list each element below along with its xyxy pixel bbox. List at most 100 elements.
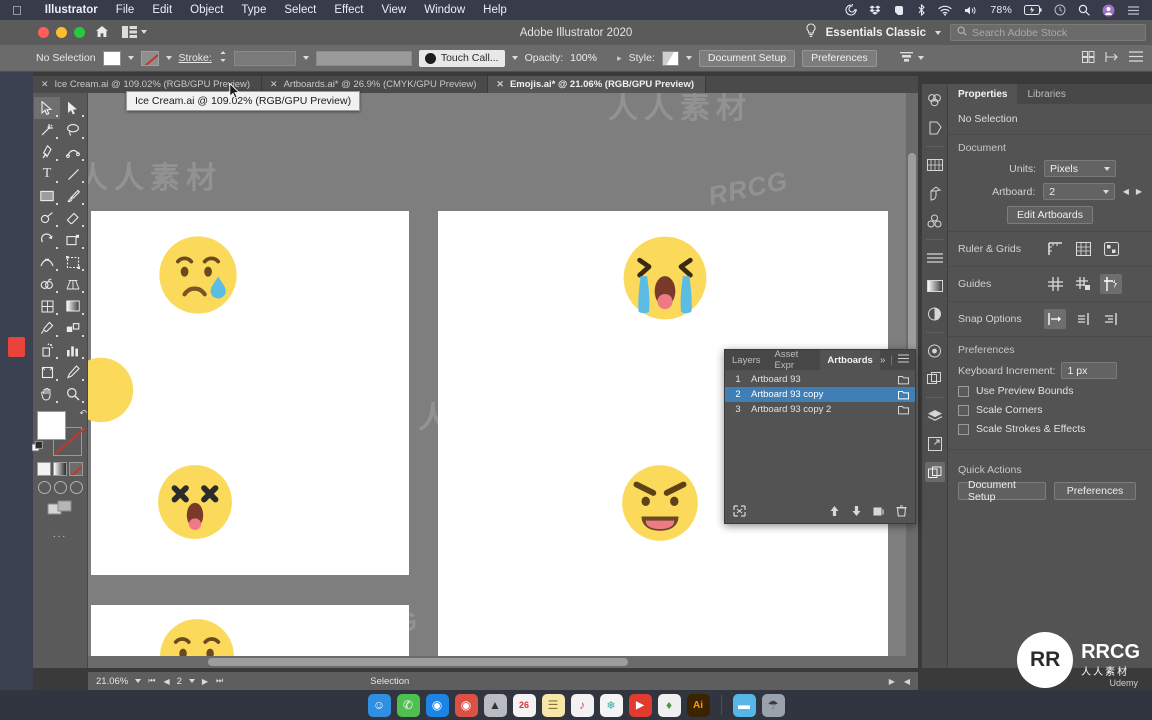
bluetooth-icon[interactable] bbox=[911, 4, 932, 16]
full-screen-menubar-mode[interactable] bbox=[53, 481, 67, 494]
shape-builder-tool[interactable] bbox=[34, 273, 60, 295]
asset-export-icon[interactable] bbox=[925, 434, 945, 454]
status-next-icon[interactable]: ▶ bbox=[889, 677, 895, 686]
mesh-tool[interactable] bbox=[34, 295, 60, 317]
help-bulb-icon[interactable] bbox=[805, 22, 817, 43]
menu-item-object[interactable]: Object bbox=[181, 4, 232, 16]
menu-item-effect[interactable]: Effect bbox=[325, 4, 372, 16]
chevron-down-icon[interactable] bbox=[188, 679, 195, 683]
loudly-crying-face-emoji[interactable] bbox=[618, 231, 712, 330]
curvature-tool[interactable] bbox=[60, 141, 86, 163]
current-artboard-number[interactable]: 2 bbox=[177, 676, 182, 687]
show-rulers-icon[interactable] bbox=[1044, 239, 1066, 259]
type-tool[interactable]: T bbox=[34, 163, 60, 185]
tab-properties[interactable]: Properties bbox=[948, 84, 1018, 104]
new-artboard-icon[interactable] bbox=[873, 504, 885, 522]
next-artboard-icon[interactable]: ▶ bbox=[1136, 187, 1142, 196]
free-transform-tool[interactable] bbox=[60, 251, 86, 273]
close-icon[interactable]: ✕ bbox=[270, 79, 278, 90]
show-guides-icon[interactable] bbox=[1044, 274, 1066, 294]
menu-item-select[interactable]: Select bbox=[275, 4, 325, 16]
fill-color-swatch[interactable] bbox=[37, 411, 66, 440]
panel-tab-asset-export[interactable]: Asset Expr bbox=[768, 349, 821, 371]
line-segment-tool[interactable] bbox=[60, 163, 86, 185]
chevron-down-icon[interactable] bbox=[917, 56, 924, 60]
pen-tool[interactable] bbox=[34, 141, 60, 163]
stroke-swatch[interactable] bbox=[140, 50, 159, 66]
show-grid-icon[interactable] bbox=[1072, 239, 1094, 259]
normal-screen-mode[interactable] bbox=[37, 481, 51, 494]
rectangle-tool[interactable] bbox=[34, 185, 60, 207]
control-center-icon[interactable] bbox=[1121, 5, 1146, 16]
color-fill-mode[interactable] bbox=[37, 462, 51, 476]
move-down-icon[interactable] bbox=[851, 504, 862, 522]
chevron-down-icon[interactable] bbox=[135, 679, 142, 683]
apple-icon[interactable]:  bbox=[12, 4, 22, 17]
scale-strokes-effects-checkbox[interactable]: Scale Strokes & Effects bbox=[958, 423, 1142, 435]
artboards-icon[interactable] bbox=[924, 462, 945, 482]
color-guide-icon[interactable] bbox=[925, 118, 945, 138]
column-graph-tool[interactable] bbox=[60, 339, 86, 361]
artboard-icon[interactable] bbox=[891, 375, 915, 385]
scrollbar-thumb[interactable] bbox=[208, 658, 628, 666]
rearrange-artboards-icon[interactable] bbox=[733, 504, 746, 522]
chevron-down-icon[interactable] bbox=[302, 56, 309, 60]
dropbox-icon[interactable] bbox=[863, 4, 887, 16]
opacity-more-icon[interactable]: ▸ bbox=[617, 53, 622, 64]
siri-icon[interactable] bbox=[1048, 4, 1072, 16]
photos-icon[interactable]: ❄ bbox=[599, 693, 623, 717]
next-artboard-icon[interactable]: ▶ bbox=[202, 677, 208, 686]
chevron-down-icon[interactable] bbox=[935, 30, 941, 35]
draw-normal-mode[interactable] bbox=[47, 500, 73, 521]
user-account-icon[interactable] bbox=[1096, 4, 1121, 17]
zoom-level-value[interactable]: 21.06% bbox=[96, 676, 128, 687]
artboard-icon[interactable] bbox=[891, 405, 915, 415]
calendar-icon[interactable]: 26 bbox=[512, 693, 536, 717]
symbol-sprayer-tool[interactable] bbox=[34, 339, 60, 361]
previous-artboard-icon[interactable]: ◀ bbox=[163, 677, 169, 686]
artboard-tool[interactable] bbox=[34, 361, 60, 383]
arrange-windows-icon[interactable] bbox=[1082, 50, 1095, 66]
smart-guides-icon[interactable] bbox=[1100, 274, 1122, 294]
zoom-tool[interactable] bbox=[60, 383, 86, 405]
close-icon[interactable]: ✕ bbox=[41, 79, 49, 90]
panel-tab-artboards[interactable]: Artboards bbox=[820, 350, 880, 370]
edge-face-emoji[interactable] bbox=[88, 355, 136, 430]
keyboard-increment-field[interactable]: 1 px bbox=[1061, 362, 1118, 379]
magic-wand-tool[interactable] bbox=[34, 119, 60, 141]
artboards-panel[interactable]: Layers Asset Expr Artboards » | 1 Artboa… bbox=[724, 349, 916, 524]
artboard-name[interactable]: Artboard 93 copy bbox=[751, 389, 891, 400]
first-artboard-icon[interactable]: ⏮ bbox=[148, 676, 155, 686]
full-screen-mode[interactable] bbox=[69, 481, 83, 494]
menu-item-type[interactable]: Type bbox=[232, 4, 275, 16]
stroke-weight-stepper[interactable] bbox=[219, 50, 227, 66]
menu-item-illustrator[interactable]: Illustrator bbox=[36, 4, 107, 16]
appearance-icon[interactable] bbox=[925, 341, 945, 361]
workspace-selector[interactable]: Essentials Classic bbox=[826, 27, 926, 39]
volume-icon[interactable] bbox=[958, 5, 984, 16]
chevron-down-icon[interactable] bbox=[511, 56, 518, 60]
lock-guides-icon[interactable] bbox=[1072, 274, 1094, 294]
none-mode[interactable] bbox=[69, 462, 83, 476]
use-preview-bounds-checkbox[interactable]: Use Preview Bounds bbox=[958, 385, 1142, 397]
menu-item-help[interactable]: Help bbox=[474, 4, 516, 16]
align-icon[interactable] bbox=[899, 51, 913, 66]
transform-icon[interactable] bbox=[1105, 51, 1119, 66]
swap-fill-stroke-icon[interactable]: ↶ bbox=[79, 408, 87, 419]
document-setup-button[interactable]: Document Setup bbox=[698, 49, 796, 67]
spotlight-search-icon[interactable] bbox=[1072, 4, 1096, 16]
spiral-icon[interactable] bbox=[839, 4, 863, 16]
lasso-tool[interactable] bbox=[60, 119, 86, 141]
gradient-mode[interactable] bbox=[53, 462, 67, 476]
shaper-tool[interactable] bbox=[34, 207, 60, 229]
stroke-icon[interactable] bbox=[925, 248, 945, 268]
artboard-icon[interactable] bbox=[891, 390, 915, 400]
more-tools-button[interactable]: ... bbox=[53, 529, 67, 540]
edit-artboards-button[interactable]: Edit Artboards bbox=[1007, 206, 1093, 224]
hand-tool[interactable] bbox=[34, 383, 60, 405]
graphic-style-swatch[interactable] bbox=[661, 50, 679, 66]
move-up-icon[interactable] bbox=[829, 504, 840, 522]
selection-tool[interactable] bbox=[34, 97, 60, 119]
canvas-horizontal-scrollbar[interactable] bbox=[88, 656, 918, 668]
show-transparency-grid-icon[interactable] bbox=[1100, 239, 1122, 259]
